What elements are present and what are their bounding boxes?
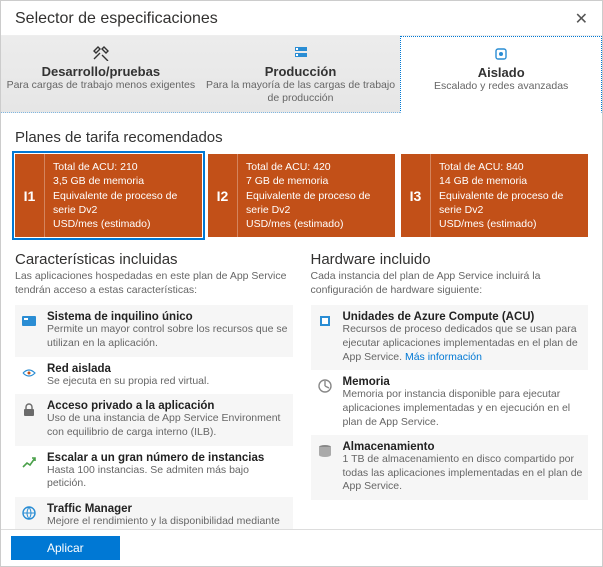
plan-line: Equivalente de proceso de serie Dv2 [246, 189, 387, 217]
hardware-heading: Hardware incluido [311, 251, 589, 268]
tools-icon [5, 44, 197, 62]
storage-icon [315, 441, 335, 461]
plan-line: 14 GB de memoria [439, 174, 580, 188]
tab-production[interactable]: Producción Para la mayoría de las cargas… [201, 36, 401, 112]
traffic-icon [19, 503, 39, 523]
plan-line: Total de ACU: 210 [53, 160, 194, 174]
plan-line: 7 GB de memoria [246, 174, 387, 188]
apply-button[interactable]: Aplicar [11, 536, 120, 560]
close-icon[interactable]: ✕ [575, 9, 588, 29]
hardware-title: Almacenamiento [343, 441, 585, 453]
tab-sub: Escalado y redes avanzadas [405, 80, 597, 93]
lock-icon [19, 400, 39, 420]
feature-item: Sistema de inquilino únicoPermite un may… [15, 305, 293, 356]
plan-code: I2 [208, 154, 238, 237]
plan-i1[interactable]: I1 Total de ACU: 210 3,5 GB de memoria E… [15, 154, 202, 237]
network-icon [19, 363, 39, 383]
feature-item: Escalar a un gran número de instanciasHa… [15, 446, 293, 497]
plan-code: I1 [15, 154, 45, 237]
feature-desc: Hasta 100 instancias. Se admiten más baj… [47, 464, 289, 491]
hardware-desc: Recursos de proceso dedicados que se usa… [343, 323, 585, 364]
hardware-item: MemoriaMemoria por instancia disponible … [311, 370, 589, 435]
tier-tabs: Desarrollo/pruebas Para cargas de trabaj… [1, 36, 602, 113]
feature-item: Red aisladaSe ejecuta en su propia red v… [15, 357, 293, 395]
tab-title: Producción [205, 64, 397, 79]
feature-title: Red aislada [47, 363, 209, 375]
pricing-plans: I1 Total de ACU: 210 3,5 GB de memoria E… [15, 154, 588, 237]
plan-line: Total de ACU: 420 [246, 160, 387, 174]
tab-dev-test[interactable]: Desarrollo/pruebas Para cargas de trabaj… [1, 36, 201, 112]
tenant-icon [19, 311, 39, 331]
server-icon [205, 44, 397, 62]
hardware-desc: 1 TB de almacenamiento en disco comparti… [343, 453, 585, 494]
plan-code: I3 [401, 154, 431, 237]
feature-title: Sistema de inquilino único [47, 311, 289, 323]
feature-title: Acceso privado a la aplicación [47, 400, 289, 412]
hardware-item: Almacenamiento1 TB de almacenamiento en … [311, 435, 589, 500]
hardware-sub: Cada instancia del plan de App Service i… [311, 270, 589, 297]
plan-line: Total de ACU: 840 [439, 160, 580, 174]
plan-line: Equivalente de proceso de serie Dv2 [439, 189, 580, 217]
cpu-icon [315, 311, 335, 331]
scale-icon [19, 452, 39, 472]
plan-line: USD/mes (estimado) [246, 217, 387, 231]
features-sub: Las aplicaciones hospedadas en este plan… [15, 270, 293, 297]
hardware-column: Hardware incluido Cada instancia del pla… [311, 251, 589, 562]
feature-desc: Uso de una instancia de App Service Envi… [47, 412, 289, 439]
plan-line: USD/mes (estimado) [439, 217, 580, 231]
features-heading: Características incluidas [15, 251, 293, 268]
plan-line: USD/mes (estimado) [53, 217, 194, 231]
tab-title: Aislado [405, 65, 597, 80]
dialog-header: Selector de especificaciones ✕ [1, 1, 602, 36]
tab-isolated[interactable]: Aislado Escalado y redes avanzadas [400, 36, 602, 113]
feature-title: Escalar a un gran número de instancias [47, 452, 289, 464]
feature-title: Traffic Manager [47, 503, 289, 515]
tab-sub: Para la mayoría de las cargas de trabajo… [205, 79, 397, 104]
hardware-item: Unidades de Azure Compute (ACU)Recursos … [311, 305, 589, 370]
feature-desc: Se ejecuta en su propia red virtual. [47, 375, 209, 389]
isolated-icon [405, 45, 597, 63]
plan-body: Total de ACU: 840 14 GB de memoria Equiv… [431, 154, 588, 237]
memory-icon [315, 376, 335, 396]
plan-body: Total de ACU: 210 3,5 GB de memoria Equi… [45, 154, 202, 237]
tab-title: Desarrollo/pruebas [5, 64, 197, 79]
feature-item: Acceso privado a la aplicaciónUso de una… [15, 394, 293, 445]
dialog-footer: Aplicar [1, 529, 602, 566]
feature-desc: Permite un mayor control sobre los recur… [47, 323, 289, 350]
recommended-heading: Planes de tarifa recomendados [15, 129, 588, 146]
more-info-link[interactable]: Más información [405, 351, 482, 363]
hardware-title: Memoria [343, 376, 585, 388]
plan-i2[interactable]: I2 Total de ACU: 420 7 GB de memoria Equ… [208, 154, 395, 237]
plan-i3[interactable]: I3 Total de ACU: 840 14 GB de memoria Eq… [401, 154, 588, 237]
features-column: Características incluidas Las aplicacion… [15, 251, 293, 562]
plan-body: Total de ACU: 420 7 GB de memoria Equiva… [238, 154, 395, 237]
hardware-desc: Memoria por instancia disponible para ej… [343, 388, 585, 429]
tab-sub: Para cargas de trabajo menos exigentes [5, 79, 197, 92]
dialog-title: Selector de especificaciones [15, 10, 218, 28]
plan-line: Equivalente de proceso de serie Dv2 [53, 189, 194, 217]
hardware-title: Unidades de Azure Compute (ACU) [343, 311, 585, 323]
plan-line: 3,5 GB de memoria [53, 174, 194, 188]
